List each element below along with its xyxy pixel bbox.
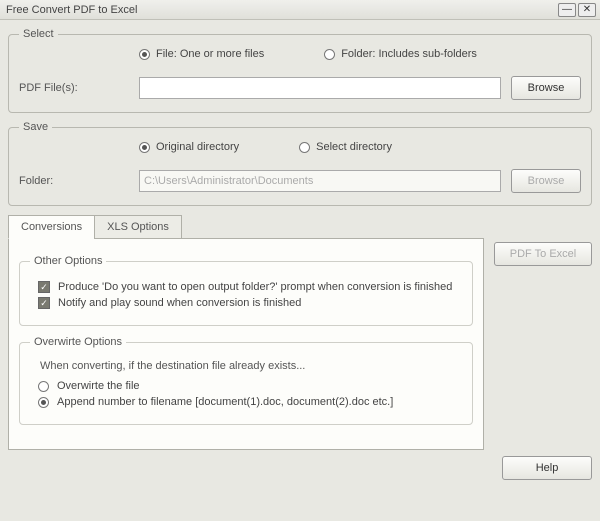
select-dir-label: Select directory — [316, 141, 392, 153]
conversions-panel: Other Options Produce 'Do you want to op… — [8, 238, 484, 450]
select-legend: Select — [19, 28, 58, 40]
tab-bar: Conversions XLS Options — [8, 214, 592, 238]
file-radio-label: File: One or more files — [156, 48, 264, 60]
browse-folder-button: Browse — [511, 169, 581, 193]
overwrite-file-label: Overwirte the file — [57, 380, 140, 392]
close-icon[interactable]: ✕ — [578, 3, 596, 17]
pdf-files-label: PDF File(s): — [19, 82, 129, 94]
overwrite-options-legend: Overwirte Options — [30, 336, 126, 348]
save-legend: Save — [19, 121, 52, 133]
notify-sound-label: Notify and play sound when conversion is… — [58, 297, 301, 309]
folder-label: Folder: — [19, 175, 129, 187]
pdf-files-input[interactable] — [139, 77, 501, 99]
notify-sound-checkbox[interactable] — [38, 297, 50, 309]
tab-conversions[interactable]: Conversions — [8, 215, 95, 239]
minimize-icon[interactable]: — — [558, 3, 576, 17]
original-dir-radio[interactable] — [139, 142, 150, 153]
window-titlebar: Free Convert PDF to Excel — ✕ — [0, 0, 600, 20]
overwrite-file-radio[interactable] — [38, 381, 49, 392]
folder-input[interactable] — [139, 170, 501, 192]
folder-radio-label: Folder: Includes sub-folders — [341, 48, 477, 60]
select-dir-radio[interactable] — [299, 142, 310, 153]
overwrite-options-group: Overwirte Options When converting, if th… — [19, 336, 473, 425]
append-number-radio[interactable] — [38, 397, 49, 408]
help-button[interactable]: Help — [502, 456, 592, 480]
original-dir-label: Original directory — [156, 141, 239, 153]
append-number-label: Append number to filename [document(1).d… — [57, 396, 393, 408]
pdf-to-excel-button[interactable]: PDF To Excel — [494, 242, 592, 266]
save-group: Save Original directory Select directory… — [8, 121, 592, 206]
folder-radio[interactable] — [324, 49, 335, 60]
other-options-group: Other Options Produce 'Do you want to op… — [19, 255, 473, 326]
produce-prompt-label: Produce 'Do you want to open output fold… — [58, 281, 452, 293]
other-options-legend: Other Options — [30, 255, 106, 267]
overwrite-desc: When converting, if the destination file… — [40, 360, 462, 372]
browse-files-button[interactable]: Browse — [511, 76, 581, 100]
tab-xls-options[interactable]: XLS Options — [94, 215, 182, 239]
produce-prompt-checkbox[interactable] — [38, 281, 50, 293]
window-title: Free Convert PDF to Excel — [4, 4, 556, 16]
select-group: Select File: One or more files Folder: I… — [8, 28, 592, 113]
file-radio[interactable] — [139, 49, 150, 60]
